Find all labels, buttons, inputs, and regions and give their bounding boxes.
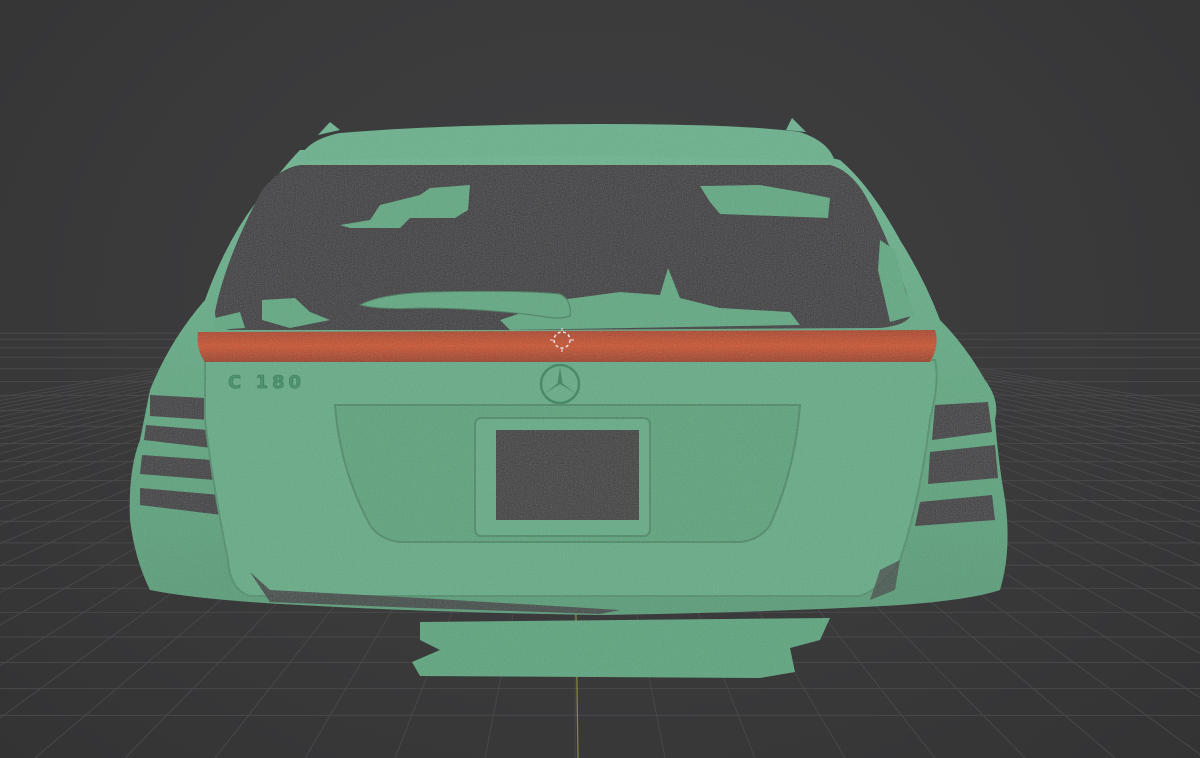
license-plate-hole [496, 430, 639, 520]
model-badge: C 180 [228, 372, 305, 393]
car-rear-mesh[interactable] [129, 118, 1008, 678]
viewport-canvas[interactable]: C 180 [0, 0, 1200, 758]
3d-viewport[interactable]: C 180 [0, 0, 1200, 758]
bumper-lower-lip [412, 618, 830, 678]
